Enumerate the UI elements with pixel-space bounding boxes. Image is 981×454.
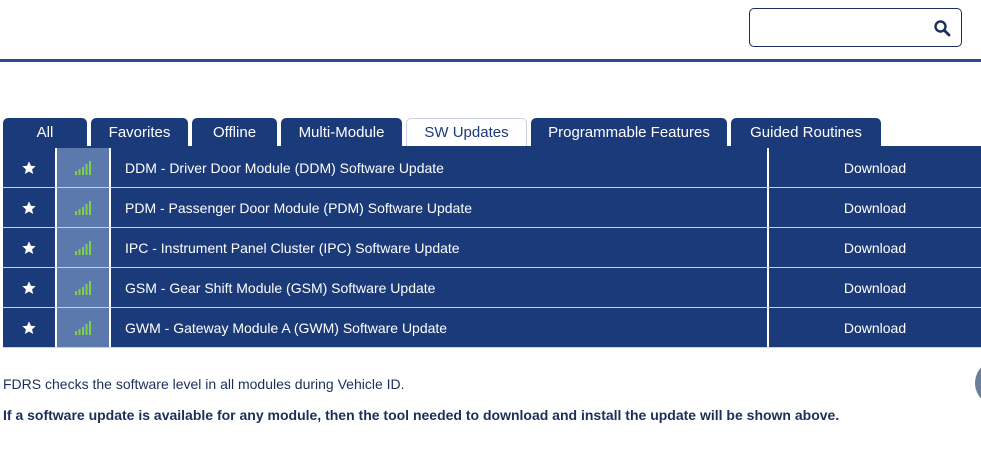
search-box[interactable]: [749, 8, 962, 47]
star-icon: [22, 160, 36, 174]
signal-strength-icon: [75, 320, 91, 335]
signal-cell: [57, 148, 109, 187]
star-icon: [22, 280, 36, 294]
tab-favorites[interactable]: Favorites: [91, 118, 188, 146]
signal-strength-icon: [75, 240, 91, 255]
info-text: FDRS checks the software level in all mo…: [3, 376, 405, 392]
tab-multi-module[interactable]: Multi-Module: [281, 118, 402, 146]
search-icon[interactable]: [933, 19, 951, 37]
star-icon: [22, 320, 36, 334]
signal-strength-icon: [75, 280, 91, 295]
tab-all[interactable]: All: [3, 118, 87, 146]
signal-cell: [57, 308, 109, 347]
module-name: IPC - Instrument Panel Cluster (IPC) Sof…: [111, 228, 767, 267]
download-button[interactable]: Download: [769, 268, 981, 307]
tab-guided-routines[interactable]: Guided Routines: [731, 118, 881, 146]
download-button[interactable]: Download: [769, 148, 981, 187]
top-header: [0, 0, 981, 62]
download-button[interactable]: Download: [769, 308, 981, 347]
favorite-button[interactable]: [3, 268, 55, 307]
search-input[interactable]: [756, 15, 926, 40]
signal-cell: [57, 188, 109, 227]
download-button[interactable]: Download: [769, 188, 981, 227]
favorite-button[interactable]: [3, 148, 55, 187]
module-name: GSM - Gear Shift Module (GSM) Software U…: [111, 268, 767, 307]
favorite-button[interactable]: [3, 308, 55, 347]
signal-strength-icon: [75, 200, 91, 215]
star-icon: [22, 240, 36, 254]
tab-programmable-features[interactable]: Programmable Features: [531, 118, 727, 146]
module-name: PDM - Passenger Door Module (PDM) Softwa…: [111, 188, 767, 227]
table-row: DDM - Driver Door Module (DDM) Software …: [3, 148, 981, 188]
star-icon: [22, 200, 36, 214]
module-name: GWM - Gateway Module A (GWM) Software Up…: [111, 308, 767, 347]
table-row: IPC - Instrument Panel Cluster (IPC) Sof…: [3, 228, 981, 268]
signal-cell: [57, 268, 109, 307]
sw-update-table: DDM - Driver Door Module (DDM) Software …: [3, 148, 981, 348]
tab-offline[interactable]: Offline: [192, 118, 277, 146]
tab-sw-updates[interactable]: SW Updates: [406, 118, 527, 146]
table-row: PDM - Passenger Door Module (PDM) Softwa…: [3, 188, 981, 228]
signal-strength-icon: [75, 160, 91, 175]
table-row: GWM - Gateway Module A (GWM) Software Up…: [3, 308, 981, 348]
info-text-bold: If a software update is available for an…: [3, 407, 840, 423]
favorite-button[interactable]: [3, 188, 55, 227]
side-handle[interactable]: [975, 360, 981, 406]
signal-cell: [57, 228, 109, 267]
favorite-button[interactable]: [3, 228, 55, 267]
tab-bar: All Favorites Offline Multi-Module SW Up…: [3, 118, 981, 146]
module-name: DDM - Driver Door Module (DDM) Software …: [111, 148, 767, 187]
download-button[interactable]: Download: [769, 228, 981, 267]
table-row: GSM - Gear Shift Module (GSM) Software U…: [3, 268, 981, 308]
